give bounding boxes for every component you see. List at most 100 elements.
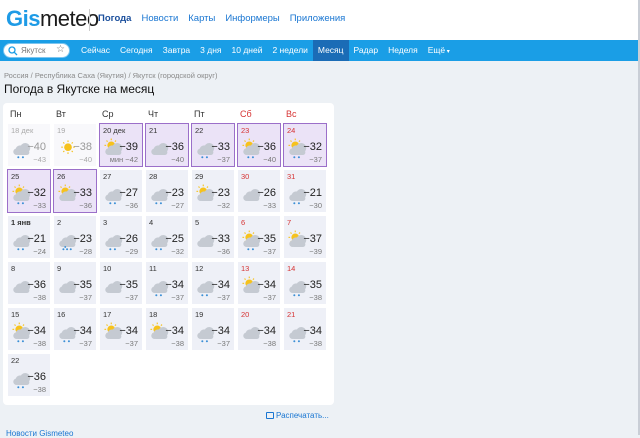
day-cell[interactable]: 29 −23 −32 [191, 169, 235, 213]
min-temp: −38 [33, 339, 46, 348]
day-cell[interactable]: 20 −34 −38 [237, 307, 281, 351]
day-cell[interactable]: 30 −26 −33 [237, 169, 281, 213]
min-temp: −33 [33, 201, 46, 210]
max-temp: −35 [73, 279, 92, 291]
max-temp: −34 [211, 325, 230, 337]
min-temp: −38 [263, 339, 276, 348]
day-cell[interactable]: 21 −36 −40 [145, 123, 189, 167]
day-cell[interactable]: 1 янв −21 −24 [7, 215, 51, 259]
day-cell[interactable]: 13 −34 −37 [237, 261, 281, 305]
day-cell[interactable]: 2 −23 −28 [53, 215, 97, 259]
tab-2[interactable]: Завтра [158, 40, 196, 61]
print-link[interactable]: Распечатать... [266, 411, 329, 420]
favorite-star-icon[interactable]: ☆ [56, 44, 65, 55]
search-input[interactable]: Якутск ☆ [3, 43, 70, 58]
day-cell[interactable]: 3 −26 −29 [99, 215, 143, 259]
min-temp: −38 [33, 385, 46, 394]
min-temp: −37 [217, 339, 230, 348]
day-cell[interactable]: 8 −36 −38 [7, 261, 51, 305]
min-temp: −36 [217, 247, 230, 256]
day-date: 22 [195, 126, 204, 135]
tab-5[interactable]: 2 недели [267, 40, 312, 61]
day-cell[interactable]: 14 −35 −38 [283, 261, 327, 305]
min-temp: −37 [309, 155, 322, 164]
day-date: 18 дек [11, 126, 34, 135]
day-cell[interactable]: 24 −32 −37 [283, 123, 327, 167]
min-temp: −39 [309, 247, 322, 256]
nav-item-news[interactable]: Новости [141, 13, 178, 24]
day-date: 3 [103, 218, 108, 227]
day-cell[interactable]: 31 −21 −30 [283, 169, 327, 213]
day-cell[interactable]: 26 −33 −36 [53, 169, 97, 213]
weekday-label: Пн [10, 109, 22, 119]
forecast-tab-bar: Якутск ☆ Сейчас Сегодня Завтра 3 дня 10 дней… [0, 40, 640, 61]
tab-0[interactable]: Сейчас [76, 40, 115, 61]
weekday-label: Чт [148, 109, 159, 119]
day-date: 24 [287, 126, 296, 135]
day-cell[interactable]: 5 −33 −36 [191, 215, 235, 259]
day-cell[interactable]: 18 дек −40 −43 [7, 123, 51, 167]
nav-item-weather[interactable]: Погода [98, 13, 131, 24]
max-temp: −34 [257, 279, 276, 291]
max-temp: −40 [27, 141, 46, 153]
max-temp: −34 [211, 279, 230, 291]
tab-8[interactable]: Неделя [383, 40, 423, 61]
tab-6[interactable]: Месяц [312, 40, 349, 61]
max-temp: −34 [73, 325, 92, 337]
search-icon [8, 46, 18, 56]
day-date: 23 [241, 126, 250, 135]
tab-4[interactable]: 10 дней [227, 40, 268, 61]
day-cell[interactable]: 4 −25 −32 [145, 215, 189, 259]
day-cell[interactable]: 23 −36 −40 [237, 123, 281, 167]
day-date: 20 дек [103, 126, 126, 135]
max-temp: −34 [165, 325, 184, 337]
day-date: 11 [149, 264, 157, 273]
tab-7[interactable]: Радар [349, 40, 384, 61]
day-cell[interactable]: 15 −34 −38 [7, 307, 51, 351]
day-date: 7 [287, 218, 292, 227]
day-cell[interactable]: 10 −35 −37 [99, 261, 143, 305]
day-cell[interactable]: 25 −32 −33 [7, 169, 51, 213]
day-date: 19 [57, 126, 66, 135]
max-temp: −35 [303, 279, 322, 291]
min-temp: −27 [171, 201, 184, 210]
day-date: 21 [149, 126, 158, 135]
day-cell[interactable]: 18 −34 −38 [145, 307, 189, 351]
day-date: 8 [11, 264, 16, 273]
min-temp: −37 [79, 339, 92, 348]
day-cell[interactable]: 28 −23 −27 [145, 169, 189, 213]
day-cell[interactable]: 6 −35 −37 [237, 215, 281, 259]
day-cell[interactable]: 27 −27 −36 [99, 169, 143, 213]
nav-item-maps[interactable]: Карты [188, 13, 215, 24]
tab-3[interactable]: 3 дня [195, 40, 226, 61]
day-cell[interactable]: 9 −35 −37 [53, 261, 97, 305]
nav-item-informers[interactable]: Информеры [225, 13, 279, 24]
day-cell[interactable]: 11 −34 −37 [145, 261, 189, 305]
tab-9[interactable]: Ещё ▾ [423, 40, 455, 61]
day-cell[interactable]: 20 дек −39 мин −42 [99, 123, 143, 167]
min-temp: −37 [217, 293, 230, 302]
news-footer-link[interactable]: Новости Gismeteo [6, 429, 73, 438]
day-date: 12 [195, 264, 204, 273]
day-date: 9 [57, 264, 62, 273]
max-temp: −36 [165, 141, 184, 153]
day-cell[interactable]: 22 −33 −37 [191, 123, 235, 167]
day-cell[interactable]: 21 −34 −38 [283, 307, 327, 351]
gismeteo-logo[interactable]: Gismeteo [6, 6, 99, 32]
printer-icon [266, 412, 274, 419]
day-cell[interactable]: 17 −34 −37 [99, 307, 143, 351]
tab-1[interactable]: Сегодня [115, 40, 158, 61]
max-temp: −23 [73, 233, 92, 245]
day-date: 4 [149, 218, 154, 227]
day-cell[interactable]: 16 −34 −37 [53, 307, 97, 351]
min-temp: −38 [33, 293, 46, 302]
nav-item-apps[interactable]: Приложения [290, 13, 346, 24]
day-cell[interactable]: 19 −38 −40 [53, 123, 97, 167]
day-date: 17 [103, 310, 112, 319]
min-temp: −24 [33, 247, 46, 256]
min-temp: −36 [79, 201, 92, 210]
day-cell[interactable]: 7 −37 −39 [283, 215, 327, 259]
day-cell[interactable]: 12 −34 −37 [191, 261, 235, 305]
day-cell[interactable]: 19 −34 −37 [191, 307, 235, 351]
day-cell[interactable]: 22 −36 −38 [7, 353, 51, 397]
